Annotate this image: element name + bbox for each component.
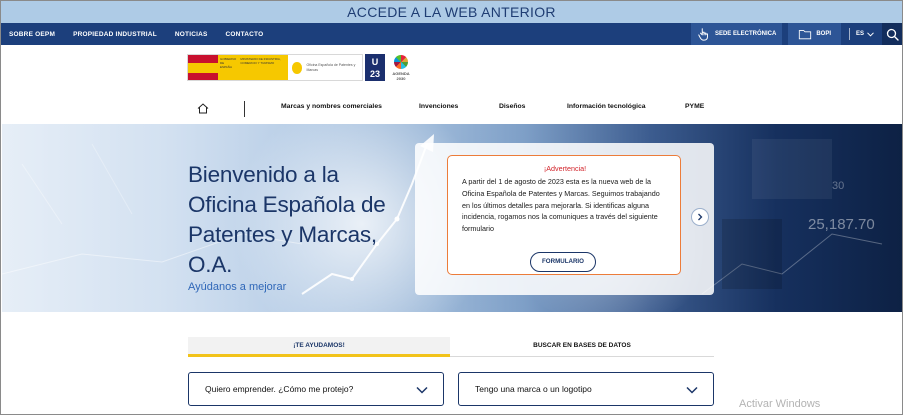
language-selector[interactable]: ES [848,28,874,40]
menu-item-informacion-tecnologica[interactable]: Información tecnológica [567,103,646,110]
windows-activation-watermark: Activar Windows [739,398,821,410]
chevron-right-icon [698,213,703,221]
u23-logo[interactable]: U 23 [365,54,385,81]
bopi-label: BOPI [816,31,831,37]
language-label: ES [855,31,864,37]
dropdown-emprender-label: Quiero emprender. ¿Cómo me protejo? [205,384,354,394]
oepm-logo-text: Oficina Española de Patentes y Marcas [306,62,356,72]
warning-panel: ¡Advertencia! A partir del 1 de agosto d… [415,143,714,295]
warning-card: ¡Advertencia! A partir del 1 de agosto d… [447,155,681,275]
menu-item-disenos[interactable]: Diseños [499,103,525,110]
tab-te-ayudamos[interactable]: ¡TE AYUDAMOS! [188,337,450,357]
hero-title: Bienvenido a la Oficina Española de Pate… [188,162,386,277]
dropdown-marca-label: Tengo una marca o un logotipo [475,384,592,394]
top-navbar: SOBRE OEPM PROPIEDAD INDUSTRIAL NOTICIAS… [1,23,902,45]
browser-frame: ACCEDE A LA WEB ANTERIOR SOBRE OEPM PROP… [0,0,903,415]
agenda-year: 2030 [396,76,406,81]
chevron-down-icon [416,386,428,394]
menu-item-marcas[interactable]: Marcas y nombres comerciales [281,103,382,110]
hero-subtitle-link[interactable]: Ayúdanos a mejorar [188,281,286,293]
search-button[interactable] [882,23,902,45]
hero-ticker: 25,187.70 [808,216,875,233]
hand-pointer-icon [698,28,708,41]
dropdown-emprender[interactable]: Quiero emprender. ¿Cómo me protejo? [188,372,444,406]
nav-link-contacto[interactable]: CONTACTO [226,31,264,38]
hero-ticker-small: 30 [832,180,845,192]
formulario-button[interactable]: FORMULARIO [530,252,596,272]
carousel-next-button[interactable] [691,208,709,226]
bopi-button[interactable]: BOPI [788,23,841,45]
sede-electronica-button[interactable]: SEDE ELECTRÓNICA [690,23,783,45]
chevron-down-icon [686,386,698,394]
dropdown-marca-logotipo[interactable]: Tengo una marca o un logotipo [458,372,714,406]
warning-body: A partir del 1 de agosto de 2023 esta es… [462,177,660,234]
language-divider [848,28,850,40]
home-icon[interactable] [197,103,209,114]
help-tabs: ¡TE AYUDAMOS! BUSCAR EN BASES DE DATOS [188,337,714,357]
warning-title: ¡Advertencia! [543,164,587,173]
chevron-down-icon [867,31,874,37]
menu-divider [244,101,245,117]
tab-buscar-bases-datos[interactable]: BUSCAR EN BASES DE DATOS [450,337,714,357]
u23-logo-bottom: 23 [369,69,380,79]
agenda-2030-logo[interactable]: AGENDA 2030 [391,55,411,81]
u23-logo-top: U [371,57,379,67]
sdg-wheel-icon [394,55,408,69]
nav-link-sobre-oepm[interactable]: SOBRE OEPM [9,31,55,38]
hero-banner: 30 25,187.70 Bienvenido a la Oficina Esp… [2,124,902,312]
logo-row: GOBIERNO DE ESPAÑA MINISTERIO DE INDUSTR… [1,45,902,93]
menu-item-invenciones[interactable]: Invenciones [419,103,458,110]
ministry-logo[interactable]: GOBIERNO DE ESPAÑA MINISTERIO DE INDUSTR… [187,54,363,81]
menu-item-pyme[interactable]: PYME [685,103,704,110]
spain-flag-logo [188,55,218,80]
ministerio-text: MINISTERIO DE INDUSTRIA, COMERCIO Y TURI… [238,55,288,80]
main-menu: Marcas y nombres comerciales Invenciones… [1,93,902,123]
sede-electronica-label: SEDE ELECTRÓNICA [714,31,777,37]
search-icon [886,28,899,41]
previous-web-banner[interactable]: ACCEDE A LA WEB ANTERIOR [1,1,902,23]
nav-link-propiedad-industrial[interactable]: PROPIEDAD INDUSTRIAL [73,31,157,38]
gobierno-text: GOBIERNO DE ESPAÑA [218,55,239,80]
nav-link-noticias[interactable]: NOTICIAS [175,31,208,38]
oepm-logo-circle [291,61,303,74]
folder-icon [799,30,812,40]
